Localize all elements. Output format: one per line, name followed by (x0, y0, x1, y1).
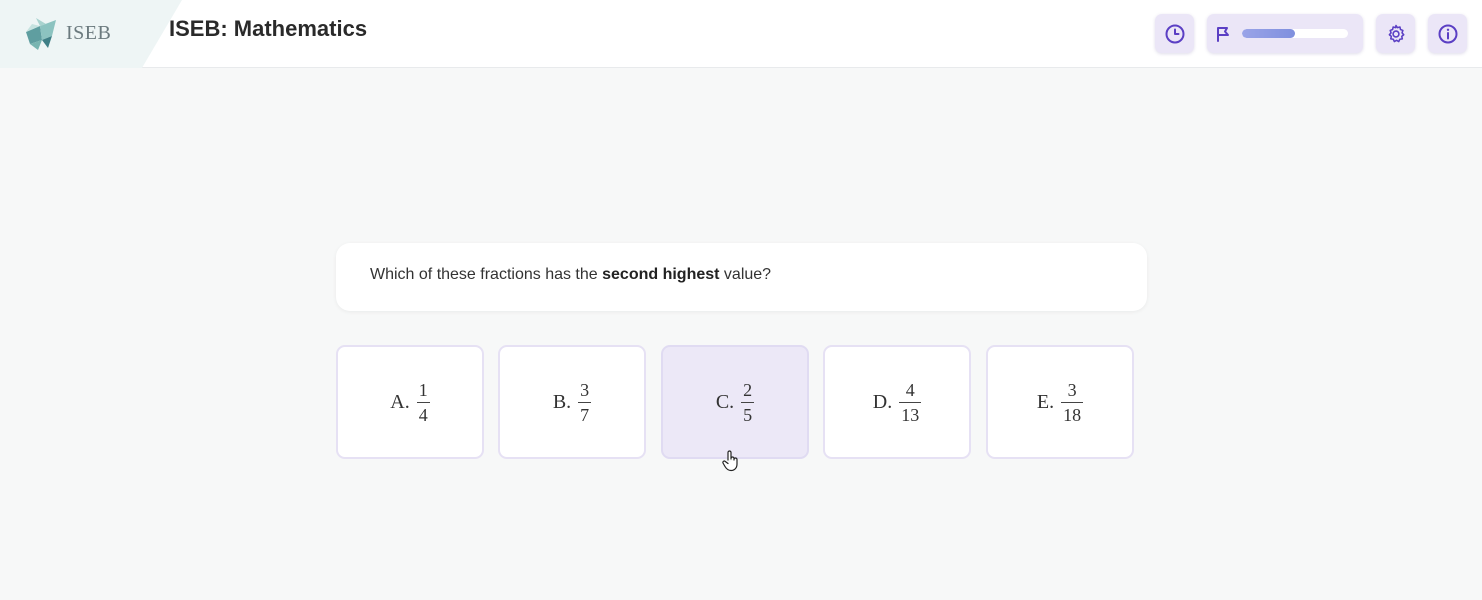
fraction-numerator: 1 (418, 379, 428, 400)
fraction-denominator: 5 (743, 404, 753, 425)
header-bar: ISEB ISEB: Mathematics (0, 0, 1482, 68)
iseb-logo: ISEB (22, 14, 122, 52)
flag-icon (1217, 26, 1229, 42)
answer-option-e[interactable]: E. 3 18 (986, 345, 1134, 459)
question-text: Which of these fractions has the second … (370, 266, 771, 284)
fraction-numerator: 4 (905, 379, 915, 400)
answer-option-d[interactable]: D. 4 13 (823, 345, 971, 459)
info-button[interactable] (1428, 14, 1467, 53)
option-fraction: 2 5 (741, 379, 755, 425)
logo-text: ISEB (66, 21, 112, 44)
progress-bar-fill (1242, 29, 1295, 38)
question-suffix: value? (719, 266, 772, 283)
option-letter: D. (872, 390, 893, 413)
timer-button[interactable] (1155, 14, 1194, 53)
fraction-denominator: 18 (1063, 404, 1082, 425)
flag-progress-button[interactable] (1207, 14, 1363, 53)
clock-icon (1165, 24, 1184, 43)
option-letter: C. (715, 390, 735, 413)
settings-button[interactable] (1376, 14, 1415, 53)
question-prefix: Which of these fractions has the (370, 266, 603, 283)
question-emphasis: second highest (602, 266, 720, 283)
fraction-numerator: 2 (743, 379, 753, 400)
question-card: Which of these fractions has the second … (336, 243, 1147, 311)
info-icon (1438, 24, 1457, 43)
fraction-numerator: 3 (580, 379, 590, 400)
fraction-denominator: 13 (901, 404, 920, 425)
option-fraction: 1 4 (416, 379, 430, 425)
hand-pointer-cursor-icon (722, 450, 738, 472)
iseb-logo-mark-icon (26, 18, 56, 50)
answer-option-b[interactable]: B. 3 7 (498, 345, 646, 459)
fraction-denominator: 7 (580, 404, 590, 425)
progress-bar (1242, 29, 1348, 38)
option-letter: E. (1036, 390, 1055, 413)
option-fraction: 4 13 (899, 379, 922, 425)
option-letter: B. (552, 390, 572, 413)
option-fraction: 3 7 (578, 379, 592, 425)
gear-icon (1388, 24, 1404, 42)
option-letter: A. (390, 390, 410, 413)
page-title: ISEB: Mathematics (169, 16, 368, 41)
answer-option-c[interactable]: C. 2 5 (661, 345, 809, 459)
option-fraction: 3 18 (1061, 379, 1084, 425)
fraction-denominator: 4 (418, 404, 428, 425)
fraction-numerator: 3 (1067, 379, 1077, 400)
answer-option-a[interactable]: A. 1 4 (336, 345, 484, 459)
